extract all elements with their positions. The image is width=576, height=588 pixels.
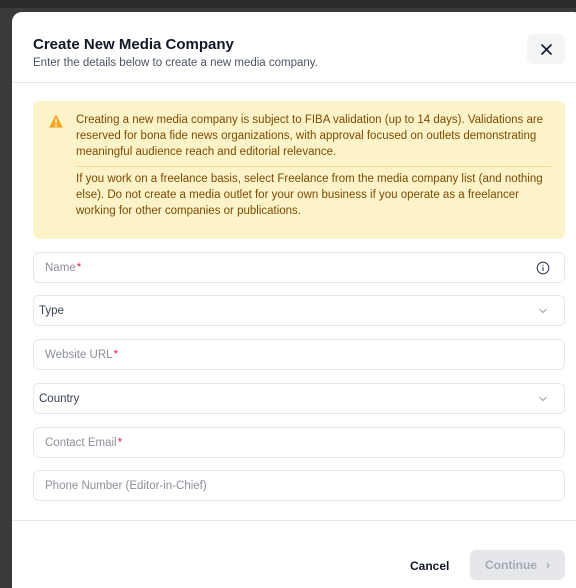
website-url-input[interactable]: Website URL*: [33, 339, 565, 370]
country-select[interactable]: Country: [33, 383, 565, 414]
contact-email-placeholder: Contact Email*: [45, 436, 123, 449]
phone-number-input[interactable]: Phone Number (Editor-in-Chief): [33, 470, 565, 501]
alert-separator: [76, 166, 551, 167]
alert-text: Creating a new media company is subject …: [76, 112, 551, 219]
continue-label: Continue: [485, 558, 537, 572]
dialog-title: Create New Media Company: [33, 36, 234, 53]
chevron-down-icon: [539, 308, 547, 314]
chevron-right-icon: ›: [546, 558, 550, 572]
continue-button[interactable]: Continue ›: [470, 550, 565, 580]
contact-email-input[interactable]: Contact Email*: [33, 427, 565, 458]
name-placeholder: Name*: [45, 261, 82, 274]
create-media-company-dialog: Create New Media Company Enter the detai…: [12, 12, 576, 588]
type-placeholder: Type: [39, 304, 64, 317]
required-mark: *: [117, 436, 123, 449]
info-icon[interactable]: [536, 261, 550, 275]
backdrop: [0, 0, 576, 8]
required-mark: *: [113, 348, 119, 361]
required-mark: *: [76, 261, 82, 274]
website-url-placeholder: Website URL*: [45, 348, 119, 361]
alert-paragraph-2: If you work on a freelance basis, select…: [76, 173, 543, 217]
phone-number-placeholder: Phone Number (Editor-in-Chief): [45, 479, 207, 492]
validation-alert: Creating a new media company is subject …: [33, 101, 565, 239]
dialog-header: Create New Media Company Enter the detai…: [33, 36, 554, 70]
warning-triangle-icon: [49, 114, 63, 128]
cancel-button[interactable]: Cancel: [404, 555, 455, 577]
close-button[interactable]: [527, 34, 565, 64]
dialog-subtitle: Enter the details below to create a new …: [33, 57, 318, 69]
name-input[interactable]: Name*: [33, 252, 565, 283]
close-icon: [540, 43, 552, 55]
header-divider: [12, 82, 576, 83]
chevron-down-icon: [539, 396, 547, 402]
alert-paragraph-1: Creating a new media company is subject …: [76, 114, 544, 158]
type-select[interactable]: Type: [33, 295, 565, 326]
country-placeholder: Country: [39, 392, 80, 405]
footer-divider: [12, 520, 576, 521]
